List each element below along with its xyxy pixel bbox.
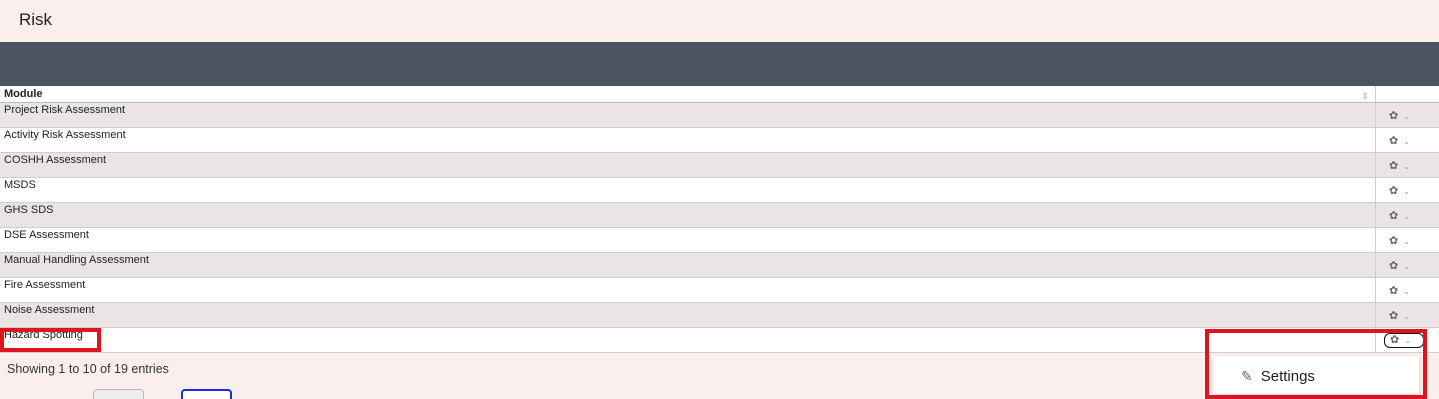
gear-icon: ✿ xyxy=(1390,334,1400,346)
module-cell[interactable]: DSE Assessment xyxy=(0,228,1376,252)
table-row: Fire Assessment ✿ ⌄ xyxy=(0,278,1439,303)
gear-icon: ✿ xyxy=(1389,110,1399,122)
table-row: Noise Assessment ✿ ⌄ xyxy=(0,303,1439,328)
row-actions-button[interactable]: ✿ ⌄ xyxy=(1384,134,1424,149)
row-actions-button[interactable]: ✿ ⌄ xyxy=(1384,184,1424,199)
edit-icon: ✎ xyxy=(1241,368,1253,384)
module-cell[interactable]: Hazard Spotting xyxy=(0,328,1376,352)
caret-down-icon: ⌄ xyxy=(1403,262,1410,271)
action-dropdown-menu: ✎ Settings xyxy=(1213,356,1419,394)
caret-down-icon: ⌄ xyxy=(1403,187,1410,196)
table-row: Hazard Spotting ✿ ⌄ xyxy=(0,328,1439,353)
row-actions-button[interactable]: ✿ ⌄ xyxy=(1384,209,1424,224)
gear-icon: ✿ xyxy=(1389,185,1399,197)
gear-icon: ✿ xyxy=(1389,160,1399,172)
gear-icon: ✿ xyxy=(1389,235,1399,247)
action-cell: ✿ ⌄ xyxy=(1377,203,1439,227)
dropdown-item-settings[interactable]: ✎ Settings xyxy=(1241,368,1315,385)
row-actions-button[interactable]: ✿ ⌄ xyxy=(1384,159,1424,174)
module-cell[interactable]: Activity Risk Assessment xyxy=(0,128,1376,152)
table-row: COSHH Assessment ✿ ⌄ xyxy=(0,153,1439,178)
action-cell: ✿ ⌄ xyxy=(1377,178,1439,202)
caret-down-icon: ⌄ xyxy=(1403,137,1410,146)
module-cell[interactable]: Noise Assessment xyxy=(0,303,1376,327)
action-cell: ✿ ⌄ xyxy=(1377,103,1439,127)
caret-down-icon: ⌄ xyxy=(1403,162,1410,171)
pagination-next-button[interactable] xyxy=(181,389,232,399)
gear-icon: ✿ xyxy=(1389,210,1399,222)
sort-icon[interactable]: ⇕ xyxy=(1361,88,1369,104)
module-cell[interactable]: Manual Handling Assessment xyxy=(0,253,1376,277)
table-row: DSE Assessment ✿ ⌄ xyxy=(0,228,1439,253)
gear-icon: ✿ xyxy=(1389,260,1399,272)
row-actions-button[interactable]: ✿ ⌄ xyxy=(1384,259,1424,274)
table-row: Project Risk Assessment ✿ ⌄ xyxy=(0,103,1439,128)
caret-down-icon: ⌄ xyxy=(1403,112,1410,121)
action-cell: ✿ ⌄ xyxy=(1377,253,1439,277)
table-info: Showing 1 to 10 of 19 entries xyxy=(7,362,169,376)
column-header-label: Module xyxy=(4,88,43,100)
action-cell: ✿ ⌄ xyxy=(1377,228,1439,252)
action-cell: ✿ ⌄ xyxy=(1377,303,1439,327)
action-cell: ✿ ⌄ xyxy=(1377,153,1439,177)
row-actions-button[interactable]: ✿ ⌄ xyxy=(1384,234,1424,249)
caret-down-icon: ⌄ xyxy=(1404,336,1411,345)
column-header-module[interactable]: Module ⇕ xyxy=(0,86,1376,102)
action-cell: ✿ ⌄ xyxy=(1377,328,1439,352)
pagination-previous-button[interactable] xyxy=(93,389,144,399)
caret-down-icon: ⌄ xyxy=(1403,287,1410,296)
header-bar xyxy=(0,42,1439,86)
row-actions-button[interactable]: ✿ ⌄ xyxy=(1384,109,1424,124)
table-row: MSDS ✿ ⌄ xyxy=(0,178,1439,203)
page-title: Risk xyxy=(19,10,53,29)
gear-icon: ✿ xyxy=(1389,285,1399,297)
action-cell: ✿ ⌄ xyxy=(1377,128,1439,152)
module-cell[interactable]: GHS SDS xyxy=(0,203,1376,227)
gear-icon: ✿ xyxy=(1389,310,1399,322)
module-table: Module ⇕ Project Risk Assessment ✿ ⌄ Activi… xyxy=(0,86,1439,353)
table-row: Activity Risk Assessment ✿ ⌄ xyxy=(0,128,1439,153)
table-header-row: Module ⇕ xyxy=(0,86,1439,103)
caret-down-icon: ⌄ xyxy=(1403,212,1410,221)
gear-icon: ✿ xyxy=(1389,135,1399,147)
table-row: Manual Handling Assessment ✿ ⌄ xyxy=(0,253,1439,278)
row-actions-button[interactable]: ✿ ⌄ xyxy=(1384,284,1424,299)
row-actions-button[interactable]: ✿ ⌄ xyxy=(1384,309,1424,324)
module-cell[interactable]: Project Risk Assessment xyxy=(0,103,1376,127)
caret-down-icon: ⌄ xyxy=(1403,237,1410,246)
module-cell[interactable]: MSDS xyxy=(0,178,1376,202)
module-cell[interactable]: COSHH Assessment xyxy=(0,153,1376,177)
module-cell[interactable]: Fire Assessment xyxy=(0,278,1376,302)
column-header-actions xyxy=(1377,86,1439,102)
table-row: GHS SDS ✿ ⌄ xyxy=(0,203,1439,228)
action-cell: ✿ ⌄ xyxy=(1377,278,1439,302)
caret-down-icon: ⌄ xyxy=(1403,312,1410,321)
dropdown-item-label: Settings xyxy=(1260,368,1315,385)
row-actions-button[interactable]: ✿ ⌄ xyxy=(1384,333,1424,348)
